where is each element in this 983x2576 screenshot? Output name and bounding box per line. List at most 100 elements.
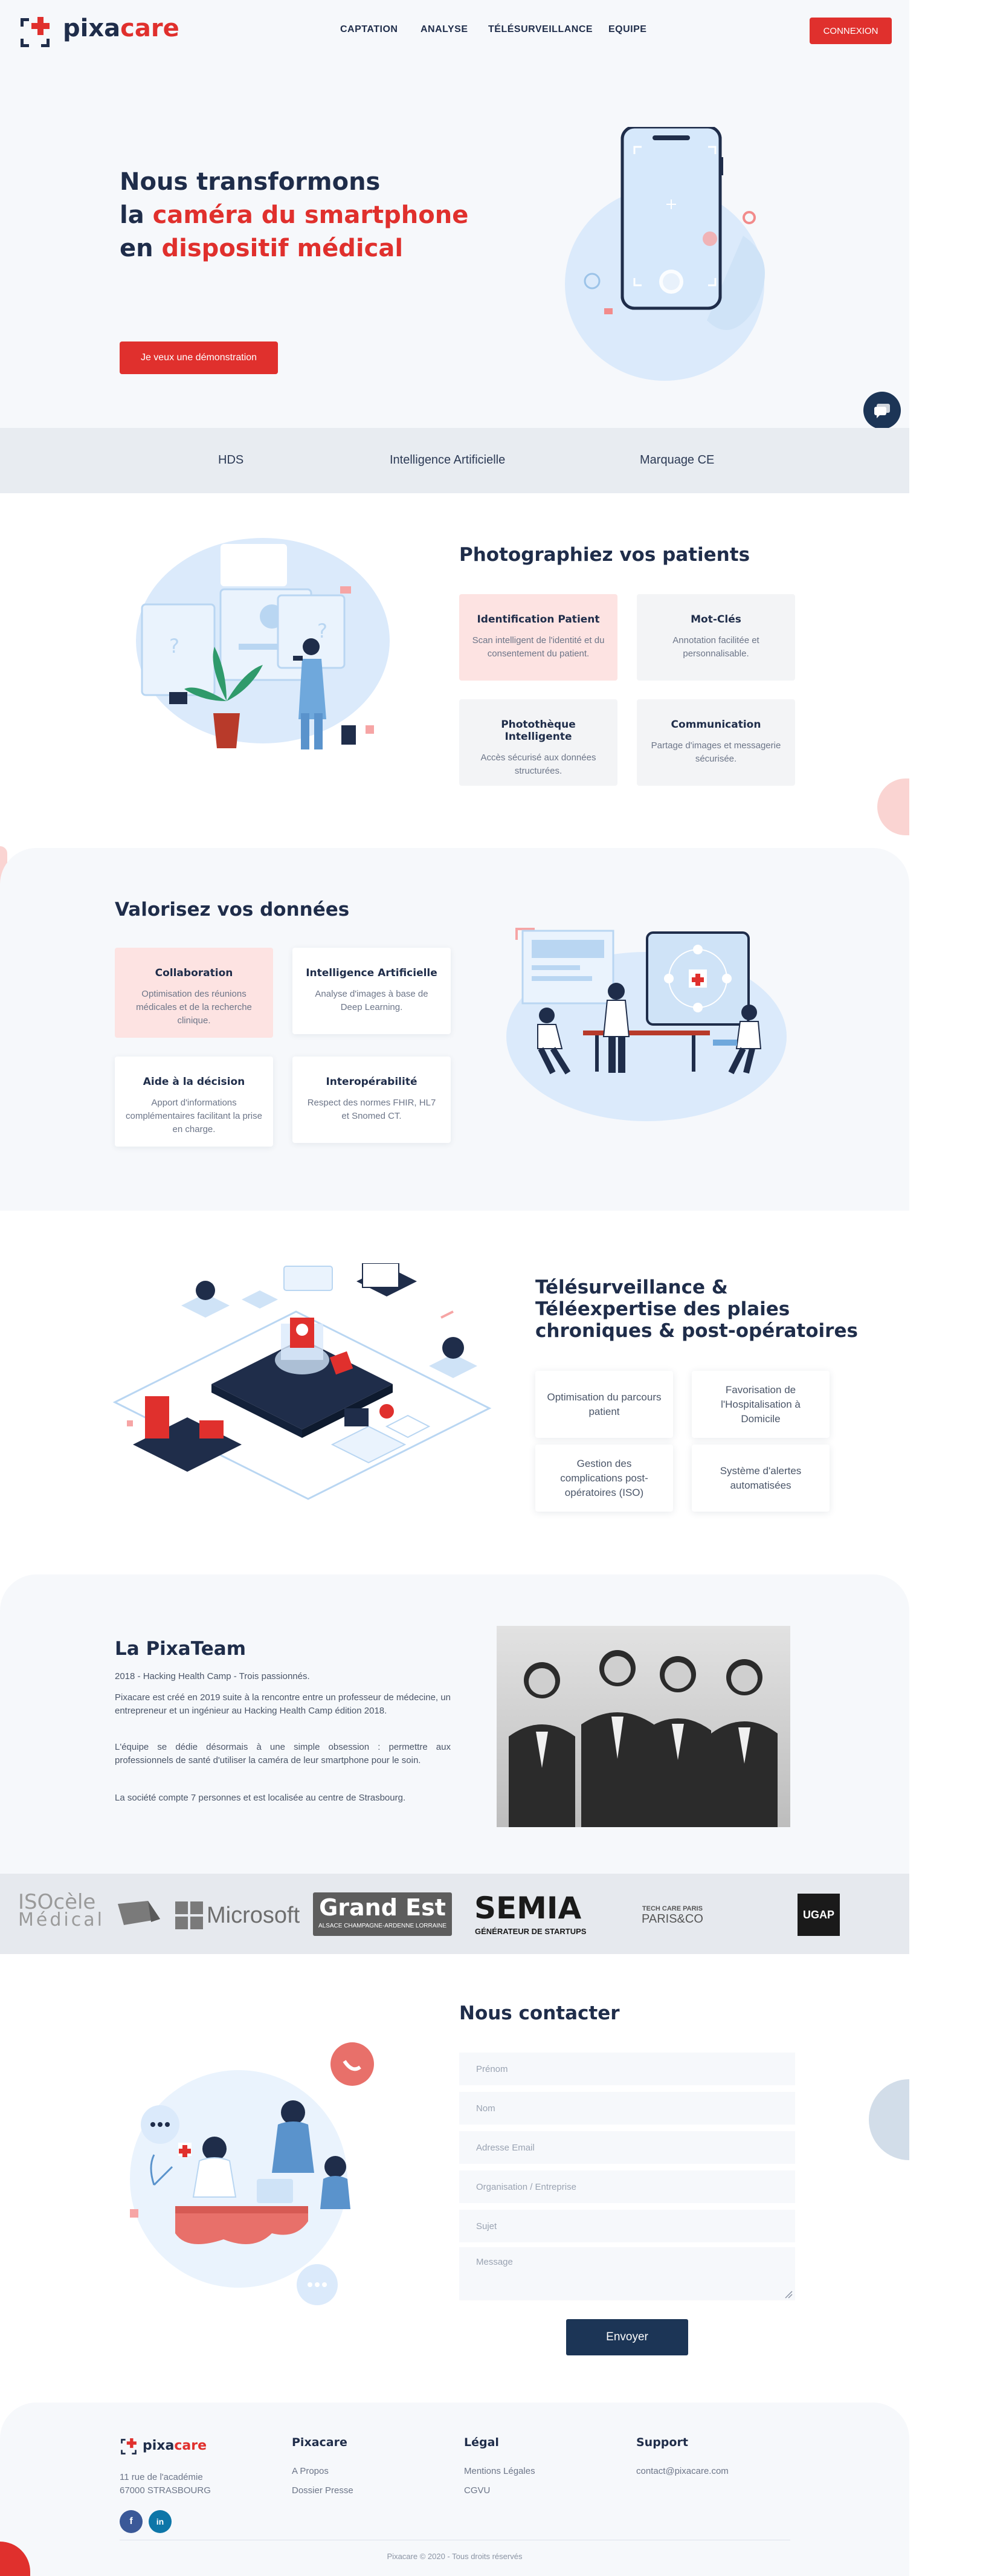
contact-title: Nous contacter bbox=[459, 2002, 620, 2024]
subject-field[interactable]: Sujet bbox=[459, 2210, 795, 2242]
nav-telesurveillance[interactable]: TÉLÉSURVEILLANCE bbox=[488, 24, 593, 35]
page-right-margin bbox=[909, 0, 983, 2576]
partners-band: ISOcèle Médical Microsoft Grand Est ALSA… bbox=[0, 1874, 909, 1954]
logo-cross-icon bbox=[21, 17, 50, 47]
footer-col-legal-title: Légal bbox=[464, 2436, 499, 2449]
decor-pink-circle bbox=[877, 778, 909, 835]
logo-care: care bbox=[120, 15, 179, 42]
team-paragraph-4: La société compte 7 personnes et est loc… bbox=[115, 1793, 406, 1803]
card-alertes: Système d'alertes automatisées bbox=[692, 1445, 830, 1512]
card-text: Favorisation de l'Hospitalisation à Domi… bbox=[721, 1383, 801, 1425]
card-aide-decision: Aide à la décision Apport d'informations… bbox=[115, 1057, 273, 1147]
message-field[interactable]: Message bbox=[459, 2247, 795, 2300]
footer-link-apropos[interactable]: A Propos bbox=[292, 2466, 329, 2476]
footer-logo-cross-icon bbox=[121, 2438, 137, 2455]
card-interoperabilite: Interopérabilité Respect des normes FHIR… bbox=[292, 1057, 451, 1143]
send-button[interactable]: Envoyer bbox=[566, 2319, 688, 2355]
contact-illustration bbox=[130, 2042, 374, 2305]
tele-title-line2: Téléexpertise des plaies bbox=[535, 1298, 790, 1320]
firstname-field[interactable]: Prénom bbox=[459, 2053, 795, 2085]
card-title: Interopérabilité bbox=[326, 1076, 417, 1088]
footer-address-line2: 67000 STRASBOURG bbox=[120, 2485, 211, 2496]
ugap-text: UGAP bbox=[802, 1908, 834, 1921]
card-mot-cles: Mot-Clés Annotation facilitée et personn… bbox=[637, 594, 795, 681]
nav-analyse[interactable]: ANALYSE bbox=[421, 24, 468, 35]
nav-equipe[interactable]: EQUIPE bbox=[608, 24, 646, 35]
card-text: Optimisation des réunions médicales et d… bbox=[136, 989, 252, 1026]
lastname-field[interactable]: Nom bbox=[459, 2092, 795, 2125]
hero-line3-prefix: en bbox=[120, 235, 162, 262]
decor-blue-circle bbox=[869, 2079, 909, 2160]
team-title: La PixaTeam bbox=[115, 1638, 246, 1660]
partner-techcare-logo: TECH CARE PARIS PARIS&CO bbox=[642, 1899, 703, 1926]
hero-title-line2: la caméra du smartphone bbox=[120, 201, 468, 229]
hero-highlight-camera: caméra du smartphone bbox=[152, 201, 469, 229]
logo-wordmark[interactable]: pixacare bbox=[63, 15, 179, 42]
footer-link-mentions[interactable]: Mentions Légales bbox=[464, 2466, 535, 2476]
card-title: Collaboration bbox=[155, 967, 233, 979]
card-title: Identification Patient bbox=[477, 613, 600, 626]
logo-pixa: pixa bbox=[63, 15, 121, 42]
card-ia: Intelligence Artificielle Analyse d'imag… bbox=[292, 948, 451, 1034]
chat-widget-button[interactable] bbox=[863, 392, 901, 429]
footer-link-cgvu[interactable]: CGVU bbox=[464, 2485, 490, 2496]
doctor-photo-illustration: ? ? bbox=[136, 538, 390, 749]
demo-button[interactable]: Je veux une démonstration bbox=[120, 341, 278, 374]
meeting-illustration bbox=[506, 928, 787, 1121]
footer-address-line1: 11 rue de l'académie bbox=[120, 2472, 203, 2482]
chat-icon bbox=[874, 404, 890, 418]
email-field[interactable]: Adresse Email bbox=[459, 2131, 795, 2164]
card-title: Intelligence Artificielle bbox=[306, 967, 437, 979]
partner-ugap-logo: UGAP bbox=[798, 1894, 840, 1936]
parisandco-text: PARIS&CO bbox=[642, 1912, 703, 1926]
band-hds: HDS bbox=[218, 453, 244, 467]
band-ia: Intelligence Artificielle bbox=[390, 453, 506, 467]
card-title: Communication bbox=[671, 719, 761, 731]
semia-sub: GÉNÉRATEUR DE STARTUPS bbox=[475, 1927, 587, 1936]
band-ce: Marquage CE bbox=[640, 453, 715, 467]
partner-grandest-logo: Grand Est ALSACE CHAMPAGNE-ARDENNE LORRA… bbox=[313, 1892, 452, 1936]
isocele-text: ISOcèle bbox=[18, 1890, 96, 1914]
card-title: Photothèque Intelligente bbox=[501, 719, 576, 743]
footer-col-support-title: Support bbox=[636, 2436, 688, 2449]
card-text: Respect des normes FHIR, HL7 et Snomed C… bbox=[307, 1098, 436, 1121]
tele-title-line3: chroniques & post-opératoires bbox=[535, 1320, 858, 1342]
team-photo bbox=[497, 1626, 790, 1827]
facebook-icon[interactable]: f bbox=[120, 2510, 143, 2533]
linkedin-icon[interactable]: in bbox=[149, 2510, 172, 2533]
card-phototheque: Photothèque Intelligente Accès sécurisé … bbox=[459, 699, 617, 786]
resize-handle-icon[interactable] bbox=[784, 2290, 793, 2299]
svg-text:?: ? bbox=[169, 635, 179, 658]
hero-title-line3: en dispositif médical bbox=[120, 235, 403, 262]
photo-section-title: Photographiez vos patients bbox=[459, 544, 750, 566]
footer-col-pixacare-title: Pixacare bbox=[292, 2436, 347, 2449]
grandest-text: Grand Est bbox=[319, 1894, 446, 1921]
team-paragraph-2: Pixacare est créé en 2019 suite à la ren… bbox=[115, 1692, 451, 1716]
card-text: Système d'alertes automatisées bbox=[720, 1464, 802, 1491]
footer-link-presse[interactable]: Dossier Presse bbox=[292, 2485, 353, 2496]
nav-captation[interactable]: CAPTATION bbox=[340, 24, 398, 35]
hero-line2-prefix: la bbox=[120, 201, 153, 229]
partner-semia: SEMIA bbox=[474, 1891, 582, 1926]
svg-text:?: ? bbox=[317, 620, 327, 642]
certification-band: HDS Intelligence Artificielle Marquage C… bbox=[0, 428, 909, 493]
card-text: Partage d'images et messagerie sécurisée… bbox=[651, 740, 781, 764]
site-header: pixacare CAPTATION ANALYSE TÉLÉSURVEILLA… bbox=[0, 0, 909, 60]
data-section-title: Valorisez vos données bbox=[115, 899, 350, 921]
login-button[interactable]: CONNEXION bbox=[810, 18, 892, 44]
card-text: Accès sécurisé aux données structurées. bbox=[480, 752, 596, 776]
partner-isocele-logo: ISOcèle Médical bbox=[18, 1890, 105, 1929]
smartphone-illustration bbox=[565, 127, 765, 381]
footer-logo-pixa: pixa bbox=[143, 2438, 175, 2453]
team-paragraph-1: 2018 - Hacking Health Camp - Trois passi… bbox=[115, 1671, 310, 1681]
techcare-text: TECH CARE PARIS bbox=[642, 1905, 703, 1912]
footer-logo-wordmark[interactable]: pixacare bbox=[143, 2438, 207, 2453]
card-title: Mot-Clés bbox=[691, 613, 741, 626]
organisation-field[interactable]: Organisation / Entreprise bbox=[459, 2170, 795, 2203]
team-paragraph-3: L'équipe se dédie désormais à une simple… bbox=[115, 1742, 451, 1765]
card-text: Apport d'informations complémentaires fa… bbox=[126, 1098, 262, 1134]
card-identification: Identification Patient Scan intelligent … bbox=[459, 594, 617, 681]
footer-support-email[interactable]: contact@pixacare.com bbox=[636, 2466, 729, 2476]
footer-logo-care: care bbox=[174, 2438, 207, 2453]
isometric-platform-illustration bbox=[112, 1263, 492, 1500]
